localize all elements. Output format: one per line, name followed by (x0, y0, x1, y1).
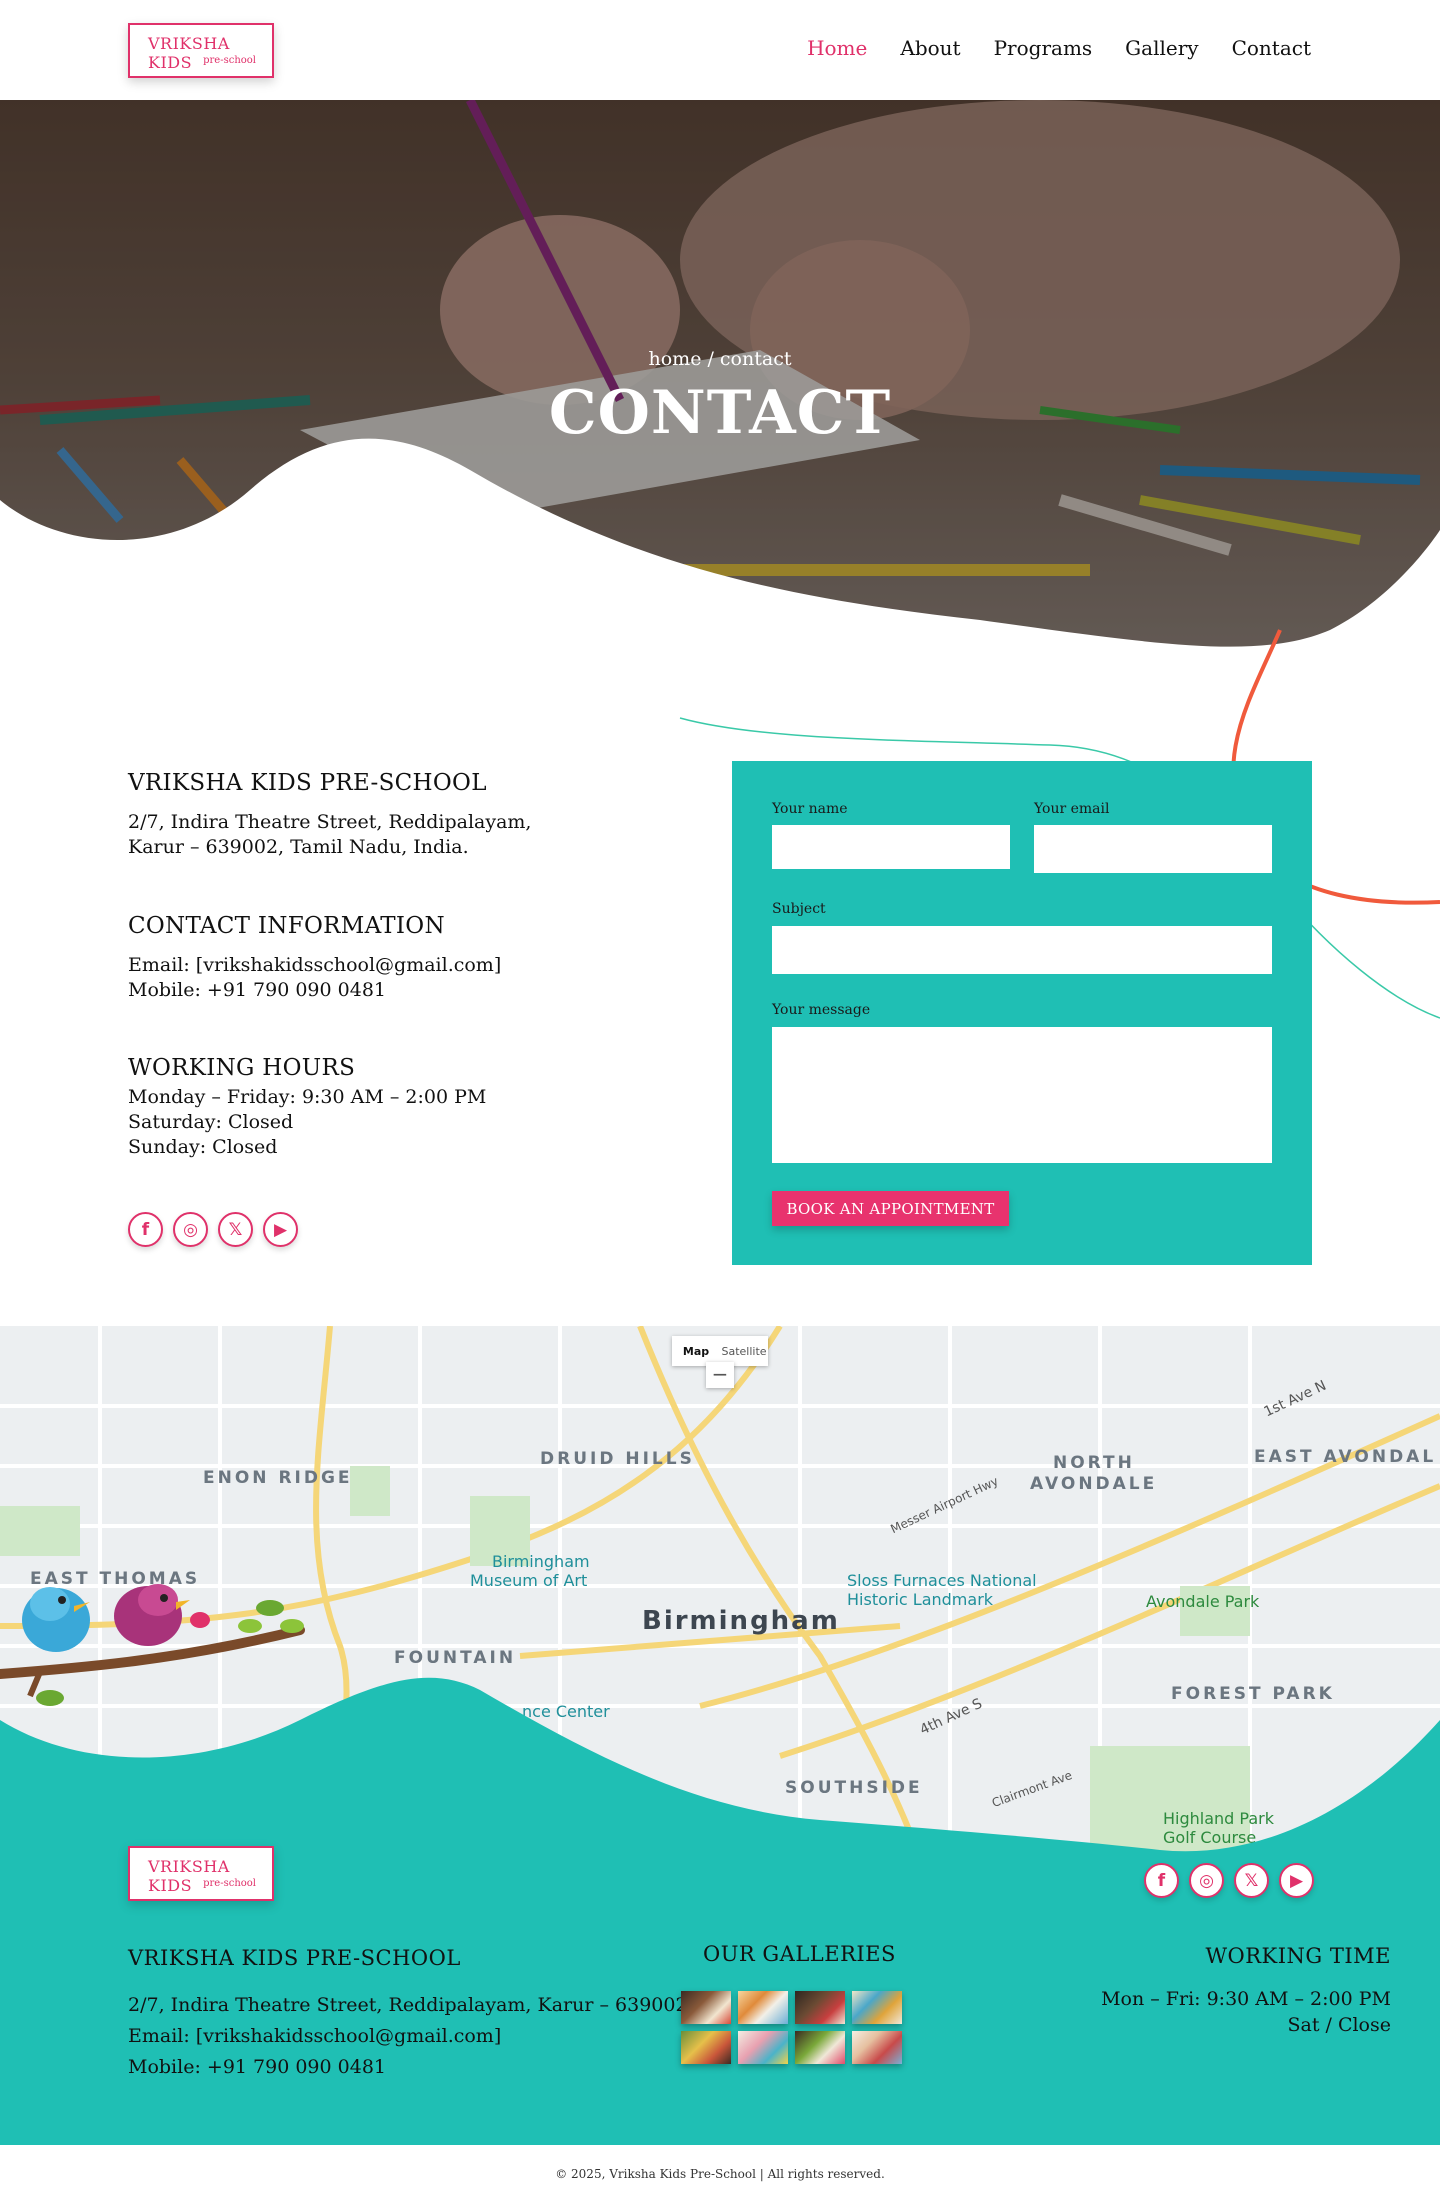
contact-mobile[interactable]: Mobile: +91 790 090 0481 (128, 978, 648, 1003)
contact-information-block: CONTACT INFORMATION Email: [vrikshakidss… (128, 913, 648, 1003)
gallery-thumb[interactable] (681, 2031, 731, 2064)
footer-working-sat: Sat / Close (1287, 2014, 1391, 2036)
working-hours-title: WORKING HOURS (128, 1055, 356, 1081)
gallery-thumb[interactable] (795, 2031, 845, 2064)
page-title: CONTACT (548, 378, 892, 448)
map-poi-sloss-1[interactable]: Sloss Furnaces National (847, 1571, 1037, 1590)
nav-home[interactable]: Home (807, 36, 867, 60)
working-hours-block: WORKING HOURS Monday – Friday: 9:30 AM –… (128, 1055, 648, 1160)
name-input[interactable] (772, 825, 1010, 869)
footer-email[interactable]: Email: [vrikshakidsschool@gmail.com] (128, 2021, 501, 2052)
gallery-thumb[interactable] (795, 1991, 845, 2024)
message-textarea[interactable] (772, 1027, 1272, 1163)
map-poi-sloss-2[interactable]: Historic Landmark (847, 1590, 993, 1609)
subject-label: Subject (772, 901, 826, 917)
map-view-button[interactable]: Map (672, 1345, 720, 1358)
footer-galleries-title: OUR GALLERIES (703, 1942, 896, 1966)
copyright-text: © 2025, Vriksha Kids Pre-School | All ri… (555, 2167, 885, 2181)
hours-sunday: Sunday: Closed (128, 1136, 278, 1158)
hours-saturday: Saturday: Closed (128, 1111, 294, 1133)
footer-logo[interactable]: VRIKSHA KIDS pre-school (128, 1846, 274, 1901)
map-poi-museum-1[interactable]: Birmingham (492, 1552, 590, 1571)
zoom-out-button[interactable]: − (706, 1362, 734, 1388)
footer-address: 2/7, Indira Theatre Street, Reddipalayam… (128, 1994, 688, 2016)
address-line-2: Karur – 639002, Tamil Nadu, India. (128, 836, 469, 858)
hero-banner: home / contact CONTACT (0, 100, 1440, 660)
name-label: Your name (772, 801, 848, 817)
appointment-form: Your name Your email Subject Your messag… (732, 761, 1312, 1265)
youtube-icon[interactable]: ▶ (263, 1212, 298, 1247)
map-label-north: NORTH (1053, 1453, 1135, 1473)
facebook-icon[interactable]: f (1144, 1863, 1179, 1898)
map-label-birmingham: Birmingham (642, 1606, 840, 1636)
instagram-icon[interactable]: ◎ (1189, 1863, 1224, 1898)
main-nav: Home About Programs Gallery Contact (807, 36, 1311, 60)
gallery-thumb[interactable] (852, 2031, 902, 2064)
youtube-icon[interactable]: ▶ (1279, 1863, 1314, 1898)
footer-social-links: f ◎ 𝕏 ▶ (1144, 1863, 1314, 1898)
nav-about[interactable]: About (900, 36, 960, 60)
satellite-view-button[interactable]: Satellite (720, 1345, 768, 1358)
breadcrumb: home / contact (648, 348, 792, 370)
facebook-icon[interactable]: f (128, 1212, 163, 1247)
gallery-thumb[interactable] (738, 2031, 788, 2064)
footer-gallery-grid (681, 1991, 902, 2064)
map-label-avondale: AVONDALE (1030, 1474, 1158, 1494)
footer-logo-text: VRIKSHA KIDS (148, 1857, 230, 1895)
contact-info-title: CONTACT INFORMATION (128, 913, 445, 939)
address-line-1: 2/7, Indira Theatre Street, Reddipalayam… (128, 811, 532, 833)
email-input[interactable] (1034, 825, 1272, 873)
site-header: VRIKSHA KIDS pre-school Home About Progr… (0, 0, 1440, 100)
gallery-thumb[interactable] (681, 1991, 731, 2024)
footer-school-title: VRIKSHA KIDS PRE-SCHOOL (128, 1946, 461, 1970)
school-address-block: VRIKSHA KIDS PRE-SCHOOL 2/7, Indira Thea… (128, 770, 648, 860)
gallery-thumb[interactable] (852, 1991, 902, 2024)
school-title: VRIKSHA KIDS PRE-SCHOOL (128, 770, 487, 796)
map-label-enon-ridge: ENON RIDGE (203, 1468, 353, 1488)
footer-working-weekdays: Mon – Fri: 9:30 AM – 2:00 PM (1101, 1988, 1391, 2010)
subject-input[interactable] (772, 926, 1272, 974)
message-label: Your message (772, 1002, 871, 1018)
x-twitter-icon[interactable]: 𝕏 (1234, 1863, 1269, 1898)
logo-subtext: pre-school (203, 55, 256, 66)
instagram-icon[interactable]: ◎ (173, 1212, 208, 1247)
footer-logo-subtext: pre-school (203, 1878, 256, 1889)
nav-programs[interactable]: Programs (994, 36, 1093, 60)
map-poi-avondale-park[interactable]: Avondale Park (1146, 1592, 1259, 1611)
nav-contact[interactable]: Contact (1232, 36, 1311, 60)
book-appointment-button[interactable]: BOOK AN APPOINTMENT (772, 1191, 1009, 1226)
footer-working-title: WORKING TIME (1205, 1944, 1391, 1968)
map-label-east-avondale: EAST AVONDAL (1254, 1447, 1437, 1467)
header-logo[interactable]: VRIKSHA KIDS pre-school (128, 23, 274, 78)
contact-email[interactable]: Email: [vrikshakidsschool@gmail.com] (128, 953, 648, 978)
gallery-thumb[interactable] (738, 1991, 788, 2024)
logo-text: VRIKSHA KIDS (148, 34, 230, 72)
map-poi-museum-2[interactable]: Museum of Art (470, 1571, 587, 1590)
footer-mobile[interactable]: Mobile: +91 790 090 0481 (128, 2052, 386, 2083)
nav-gallery[interactable]: Gallery (1125, 36, 1198, 60)
social-links: f ◎ 𝕏 ▶ (128, 1212, 298, 1247)
email-label: Your email (1034, 801, 1110, 817)
x-twitter-icon[interactable]: 𝕏 (218, 1212, 253, 1247)
hours-weekdays: Monday – Friday: 9:30 AM – 2:00 PM (128, 1086, 487, 1108)
site-footer: VRIKSHA KIDS pre-school f ◎ 𝕏 ▶ VRIKSHA … (0, 1660, 1440, 2145)
map-label-druid-hills: DRUID HILLS (540, 1449, 695, 1469)
